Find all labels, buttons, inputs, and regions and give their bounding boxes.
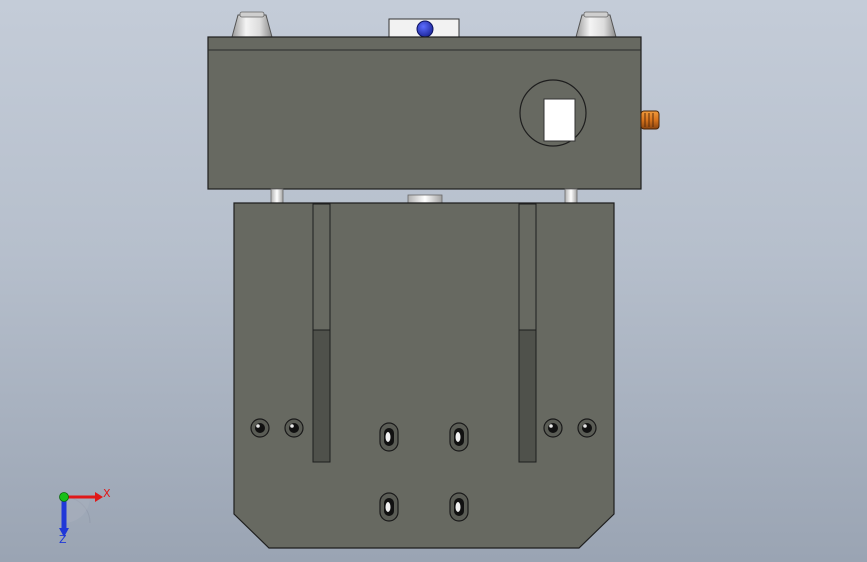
y-axis-dot <box>59 492 69 502</box>
lower-plate <box>233 202 615 549</box>
slotted-hole-icon <box>449 422 469 452</box>
screw-hole-icon <box>543 418 563 438</box>
left-pin <box>270 188 284 204</box>
top-left-cap <box>231 11 273 38</box>
top-center-block <box>388 18 460 39</box>
screw-hole-icon <box>577 418 597 438</box>
right-pin <box>564 188 578 204</box>
slotted-hole-icon <box>379 492 399 522</box>
screw-hole-icon <box>250 418 270 438</box>
screw-hole-icon <box>284 418 304 438</box>
cad-viewport[interactable]: X Z <box>0 0 867 562</box>
cad-drawing[interactable]: X Z <box>0 0 867 562</box>
right-slot <box>518 203 537 463</box>
x-axis-label: X <box>103 487 111 500</box>
top-right-cap <box>575 11 617 38</box>
housing-window <box>543 98 576 142</box>
upper-housing <box>207 36 642 190</box>
left-slot <box>312 203 331 463</box>
slotted-hole-icon <box>449 492 469 522</box>
slotted-hole-icon <box>379 422 399 452</box>
blue-knob-icon <box>416 20 434 38</box>
orange-connector-icon <box>640 110 660 130</box>
z-axis-label: Z <box>59 533 67 546</box>
coordinate-triad-icon <box>59 492 103 537</box>
